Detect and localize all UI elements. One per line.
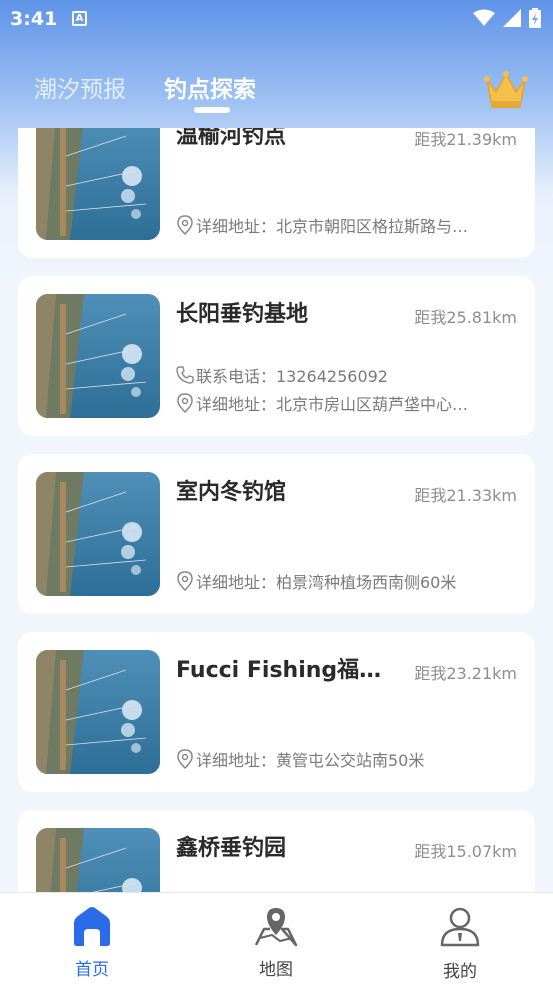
spot-address: 详细地址：北京市房山区葫芦垡中心… bbox=[196, 395, 469, 414]
top-tabs: 潮汐预报 钓点探索 bbox=[0, 62, 553, 118]
spot-card[interactable]: 室内冬钓馆 距我21.33km 详细地址：柏景湾种植场西南侧60米 bbox=[18, 454, 535, 614]
spot-thumbnail bbox=[36, 650, 160, 774]
status-time: 3:41 bbox=[10, 8, 58, 30]
location-pin-icon bbox=[177, 571, 193, 591]
spot-address-row: 详细地址：柏景湾种植场西南侧60米 bbox=[176, 570, 516, 592]
spot-name: 长阳垂钓基地 bbox=[176, 302, 309, 327]
location-pin-icon bbox=[177, 215, 193, 235]
user-icon bbox=[440, 907, 480, 947]
nav-home[interactable]: 首页 bbox=[0, 893, 184, 984]
spot-thumbnail bbox=[36, 294, 160, 418]
wifi-icon bbox=[473, 9, 495, 26]
spot-distance: 距我15.07km bbox=[414, 842, 517, 861]
signal-icon bbox=[503, 9, 521, 27]
phone-icon bbox=[176, 366, 194, 384]
spot-phone: 联系电话：13264256092 bbox=[196, 367, 388, 386]
spot-address-row: 详细地址：北京市房山区葫芦垡中心… bbox=[176, 392, 516, 414]
bottom-nav: 首页 地图 我的 bbox=[0, 892, 553, 984]
spot-distance: 距我25.81km bbox=[414, 308, 517, 327]
spot-thumbnail bbox=[36, 472, 160, 596]
location-pin-icon bbox=[177, 749, 193, 769]
location-pin-icon bbox=[177, 393, 193, 413]
spot-distance: 距我21.33km bbox=[414, 486, 517, 505]
spot-distance: 距我21.39km bbox=[414, 130, 517, 149]
home-icon bbox=[74, 907, 110, 946]
spot-card[interactable]: 长阳垂钓基地 距我25.81km 联系电话：13264256092 详细地址：北京市… bbox=[18, 276, 535, 436]
active-tab-indicator bbox=[194, 107, 230, 113]
nav-mine[interactable]: 我的 bbox=[368, 893, 552, 984]
spot-address-row: 详细地址：北京市朝阳区格拉斯路与… bbox=[176, 214, 516, 236]
spot-list[interactable]: 温榆河钓点 距我21.39km 详细地址：北京市朝阳区格拉斯路与… 长阳垂钓基地 … bbox=[0, 128, 553, 892]
spot-address: 详细地址：北京市朝阳区格拉斯路与… bbox=[196, 217, 469, 236]
spot-card[interactable]: Fucci Fishing福羲… 距我23.21km 详细地址：黄管屯公交站南50… bbox=[18, 632, 535, 792]
nav-home-label: 首页 bbox=[75, 960, 109, 980]
spot-address: 详细地址：黄管屯公交站南50米 bbox=[196, 751, 425, 770]
spot-name: 温榆河钓点 bbox=[176, 128, 287, 149]
crown-icon[interactable] bbox=[484, 70, 528, 110]
spot-thumbnail bbox=[36, 128, 160, 240]
spot-card[interactable]: 鑫桥垂钓园 距我15.07km bbox=[18, 810, 535, 892]
map-icon bbox=[254, 908, 298, 947]
notification-icon: A bbox=[72, 11, 87, 26]
tab-tide-forecast[interactable]: 潮汐预报 bbox=[34, 70, 126, 104]
spot-address-row: 详细地址：黄管屯公交站南50米 bbox=[176, 748, 516, 770]
spot-name: Fucci Fishing福羲… bbox=[176, 658, 398, 683]
tab-spot-explore[interactable]: 钓点探索 bbox=[164, 70, 256, 104]
nav-mine-label: 我的 bbox=[443, 962, 477, 982]
spot-name: 室内冬钓馆 bbox=[176, 480, 287, 505]
battery-icon bbox=[529, 8, 541, 28]
nav-map[interactable]: 地图 bbox=[184, 893, 368, 984]
spot-name: 鑫桥垂钓园 bbox=[176, 836, 287, 861]
spot-distance: 距我23.21km bbox=[414, 664, 517, 683]
status-bar: 3:41 A bbox=[0, 0, 553, 36]
status-icons bbox=[473, 8, 541, 28]
spot-phone-row: 联系电话：13264256092 bbox=[176, 364, 516, 386]
nav-map-label: 地图 bbox=[259, 960, 293, 980]
spot-card[interactable]: 温榆河钓点 距我21.39km 详细地址：北京市朝阳区格拉斯路与… bbox=[18, 128, 535, 258]
spot-address: 详细地址：柏景湾种植场西南侧60米 bbox=[196, 573, 457, 592]
spot-thumbnail bbox=[36, 828, 160, 892]
